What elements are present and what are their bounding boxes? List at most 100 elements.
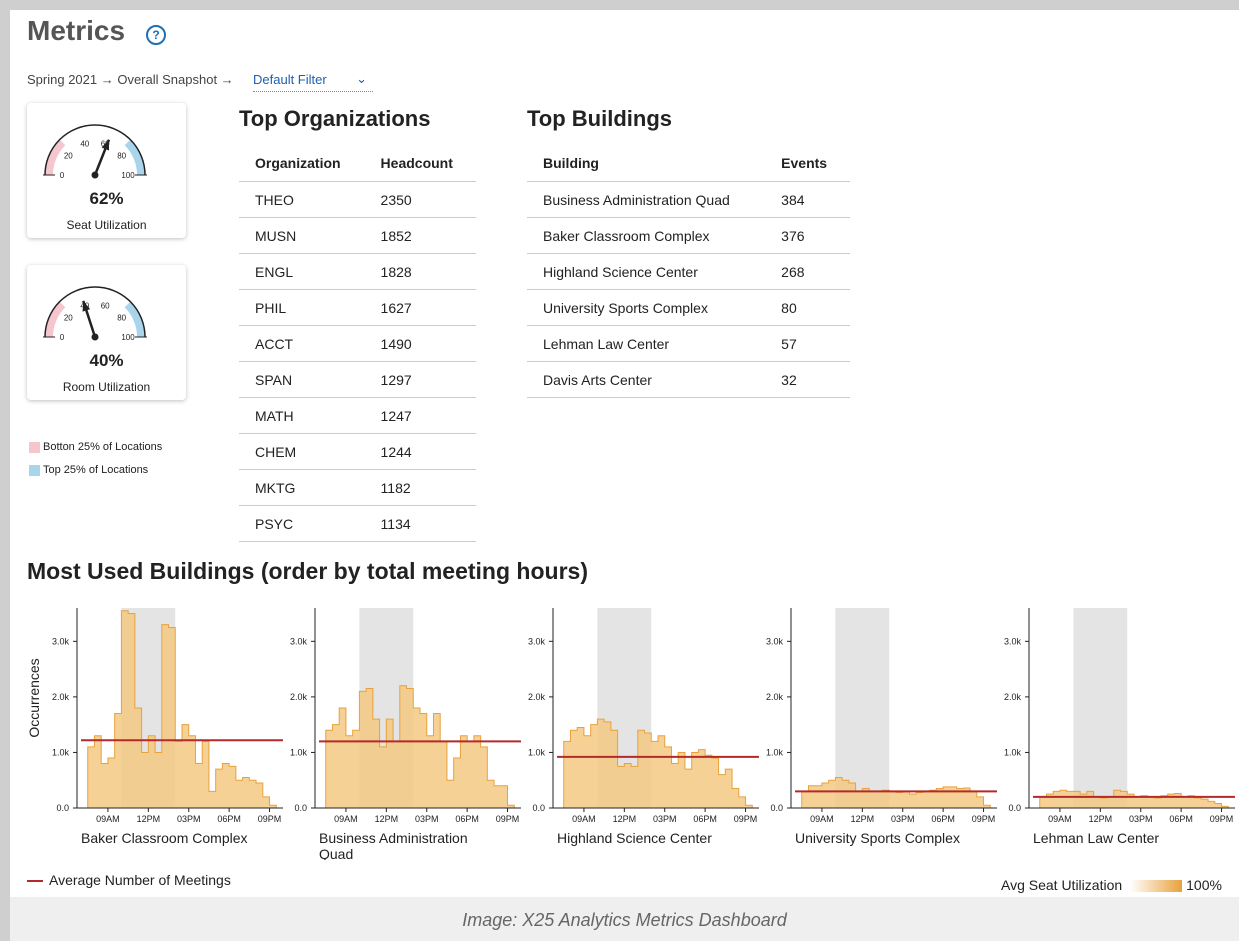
top-organizations-table: Organization Headcount THEO 2350 MUSN 1852 E… [239, 144, 476, 542]
table-cell: Davis Arts Center [527, 361, 766, 398]
table-cell: Lehman Law Center [527, 325, 766, 362]
building-chart-title: Business Administration [319, 830, 468, 846]
y-tick-label: 3.0k [290, 636, 308, 646]
table-cell: 1852 [364, 217, 476, 254]
occurrence-area [557, 718, 759, 809]
table-cell: 80 [765, 289, 850, 326]
page-title: Metrics [27, 15, 126, 46]
legend-swatch-pink [29, 441, 40, 453]
table-cell: 384 [765, 181, 850, 218]
x-tick-label: 12PM [375, 814, 399, 824]
y-tick-label: 3.0k [1004, 636, 1022, 646]
table-cell: 1134 [364, 505, 476, 542]
occurrence-area [319, 685, 521, 809]
x-tick-label: 12PM [613, 814, 637, 824]
y-tick-label: 2.0k [1004, 692, 1022, 702]
table-cell: MKTG [239, 469, 365, 506]
average-meetings-label: Average Number of Meetings [49, 872, 231, 888]
x-tick-label: 03PM [1129, 814, 1153, 824]
building-chart-title: University Sports Complex [795, 830, 960, 846]
table-cell: MUSN [239, 217, 365, 254]
organization-row: THEO 2350 [239, 181, 476, 218]
image-caption: Image: X25 Analytics Metrics Dashboard [462, 910, 787, 930]
x-tick-label: 06PM [931, 814, 955, 824]
y-tick-label: 2.0k [766, 692, 784, 702]
column-header[interactable]: Building [527, 144, 766, 182]
seat-utilization-label: Seat Utilization [66, 218, 147, 232]
utilization-max-label: 100% [1186, 877, 1222, 893]
y-tick-label: 0.0 [294, 803, 307, 813]
table-cell: ENGL [239, 253, 365, 290]
y-axis-label: Occurrences [26, 658, 42, 737]
y-tick-label: 2.0k [52, 692, 70, 702]
table-cell: ACCT [239, 325, 365, 362]
table-cell: 1828 [364, 253, 476, 290]
x-tick-label: 09AM [810, 814, 834, 824]
most-used-buildings-title: Most Used Buildings (order by total meet… [27, 558, 588, 584]
building-chart-panel: 0.0 1.0k 2.0k 3.0k 09AM 12PM 03PM 06PM 09PM Busin… [290, 608, 521, 860]
seat-utilization-gauge: 020406080100 [43, 124, 147, 180]
x-tick-label: 03PM [415, 814, 439, 824]
table-cell: 57 [765, 325, 850, 362]
seat-utilization-value: 62% [89, 189, 124, 208]
gauge-hub [91, 333, 99, 341]
x-tick-label: 09PM [496, 814, 520, 824]
room-utilization-gauge: 020406080100 [43, 286, 147, 342]
x-tick-label: 03PM [891, 814, 915, 824]
building-row: University Sports Complex 80 [527, 289, 850, 326]
organization-row: PSYC 1134 [239, 505, 476, 542]
column-header[interactable]: Events [765, 144, 850, 182]
table-cell: Baker Classroom Complex [527, 217, 766, 254]
table-cell: 1244 [364, 433, 476, 470]
gauge-tick-label: 0 [60, 333, 65, 342]
seat-utilization-card: 020406080100 62% Seat Utilization [27, 103, 186, 238]
top-buildings-title: Top Buildings [527, 106, 673, 131]
occurrence-area [795, 776, 997, 809]
table-cell: 32 [765, 361, 850, 398]
x-tick-label: 03PM [177, 814, 201, 824]
gauge-tick-label: 80 [117, 152, 126, 161]
average-line-swatch [27, 880, 43, 883]
y-tick-label: 3.0k [52, 636, 70, 646]
table-cell: University Sports Complex [527, 289, 766, 326]
table-cell: Business Administration Quad [527, 181, 766, 218]
x-tick-label: 12PM [1089, 814, 1113, 824]
table-cell: PHIL [239, 289, 365, 326]
gauge-hub [91, 171, 99, 179]
gauge-tick-label: 20 [64, 152, 73, 161]
legend-bottom-label: Botton 25% of Locations [43, 441, 163, 453]
x-tick-label: 03PM [653, 814, 677, 824]
y-tick-label: 1.0k [52, 747, 70, 757]
room-utilization-card: 020406080100 40% Room Utilization [27, 265, 186, 400]
x-tick-label: 09PM [972, 814, 996, 824]
table-cell: THEO [239, 181, 365, 218]
table-cell: SPAN [239, 361, 365, 398]
y-tick-label: 1.0k [766, 747, 784, 757]
organization-row: ENGL 1828 [239, 253, 476, 290]
occurrence-area [81, 610, 283, 809]
table-cell: MATH [239, 397, 365, 434]
x-tick-label: 09AM [96, 814, 120, 824]
legend-top-25: Top 25% of Locations [29, 464, 148, 476]
gauge-tick-label: 40 [80, 140, 89, 149]
seat-utilization-legend: Avg Seat Utilization 100% [1001, 877, 1222, 893]
building-chart-title: Baker Classroom Complex [81, 830, 248, 846]
table-cell: 2350 [364, 181, 476, 218]
x-tick-label: 12PM [137, 814, 161, 824]
y-tick-label: 0.0 [1008, 803, 1021, 813]
building-chart-title: Highland Science Center [557, 830, 712, 846]
building-row: Lehman Law Center 57 [527, 325, 850, 362]
table-cell: 1247 [364, 397, 476, 434]
gauge-tick-label: 80 [117, 314, 126, 323]
building-chart-panel: 0.0 1.0k 2.0k 3.0k 09AM 12PM 03PM 06PM 09PM Baker… [52, 608, 283, 846]
column-header[interactable]: Organization [239, 144, 365, 182]
question-circle-icon[interactable]: ? [146, 25, 166, 45]
y-tick-label: 0.0 [770, 803, 783, 813]
column-header[interactable]: Headcount [364, 144, 476, 182]
organization-row: ACCT 1490 [239, 325, 476, 362]
organization-row: MKTG 1182 [239, 469, 476, 506]
filter-dropdown[interactable]: Default Filter ⌄ [253, 71, 373, 92]
gauge-tick-label: 100 [121, 171, 135, 180]
building-chart-panel: 0.0 1.0k 2.0k 3.0k 09AM 12PM 03PM 06PM 09PM Lehma… [1004, 608, 1235, 846]
peak-hours-band [1073, 608, 1128, 808]
